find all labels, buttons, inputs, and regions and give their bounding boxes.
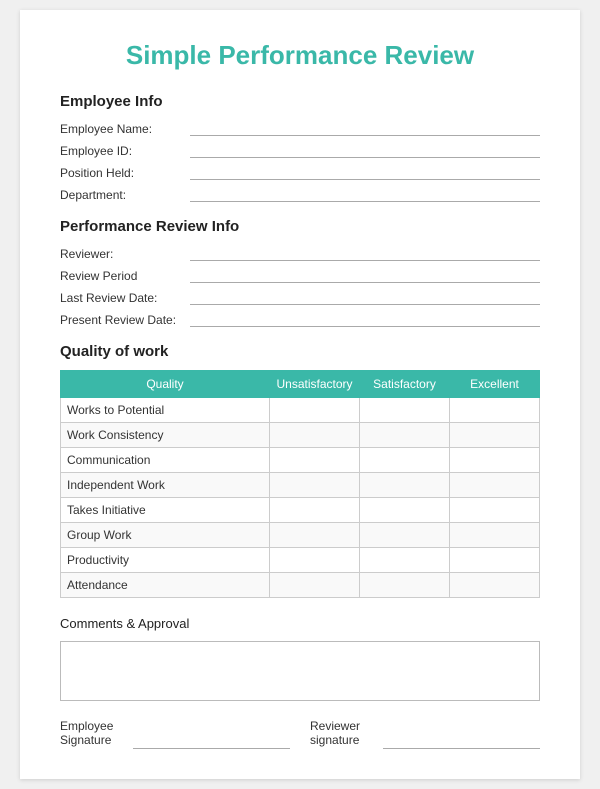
page-container: Simple Performance Review Employee Info …: [20, 10, 580, 779]
performance-field-label-0: Reviewer:: [60, 247, 190, 261]
table-row: Independent Work: [61, 473, 540, 498]
quality-cell-2-1[interactable]: [360, 448, 450, 473]
quality-row-label-6: Productivity: [61, 548, 270, 573]
performance-field-input-1[interactable]: [190, 267, 540, 283]
quality-cell-6-1[interactable]: [360, 548, 450, 573]
employee-info-title: Employee Info: [60, 93, 540, 110]
performance-review-section: Performance Review Info Reviewer: Review…: [60, 218, 540, 327]
table-header-3: Excellent: [450, 371, 540, 398]
quality-cell-4-0[interactable]: [270, 498, 360, 523]
quality-cell-2-0[interactable]: [270, 448, 360, 473]
quality-cell-5-1[interactable]: [360, 523, 450, 548]
performance-field-input-0[interactable]: [190, 245, 540, 261]
employee-field-label-2: Position Held:: [60, 166, 190, 180]
employee-field-label-3: Department:: [60, 188, 190, 202]
quality-cell-6-2[interactable]: [450, 548, 540, 573]
table-header-1: Unsatisfactory: [270, 371, 360, 398]
table-row: Takes Initiative: [61, 498, 540, 523]
table-row: Attendance: [61, 573, 540, 598]
employee-field-input-0[interactable]: [190, 120, 540, 136]
employee-field-input-3[interactable]: [190, 186, 540, 202]
performance-field-input-2[interactable]: [190, 289, 540, 305]
signatures-row: Employee Signature Reviewer signature: [60, 719, 540, 749]
table-row: Communication: [61, 448, 540, 473]
table-row: Work Consistency: [61, 423, 540, 448]
quality-cell-7-2[interactable]: [450, 573, 540, 598]
quality-section: Quality of work QualityUnsatisfactorySat…: [60, 343, 540, 598]
quality-cell-1-1[interactable]: [360, 423, 450, 448]
quality-cell-3-2[interactable]: [450, 473, 540, 498]
performance-field-row: Reviewer:: [60, 245, 540, 261]
quality-row-label-7: Attendance: [61, 573, 270, 598]
employee-field-row: Position Held:: [60, 164, 540, 180]
signature-label-1: Reviewer signature: [310, 719, 375, 747]
quality-row-label-4: Takes Initiative: [61, 498, 270, 523]
performance-field-row: Review Period: [60, 267, 540, 283]
quality-cell-1-2[interactable]: [450, 423, 540, 448]
employee-field-input-2[interactable]: [190, 164, 540, 180]
employee-field-label-1: Employee ID:: [60, 144, 190, 158]
quality-cell-4-1[interactable]: [360, 498, 450, 523]
signature-label-0: Employee Signature: [60, 719, 125, 747]
table-row: Productivity: [61, 548, 540, 573]
quality-cell-3-0[interactable]: [270, 473, 360, 498]
performance-field-row: Present Review Date:: [60, 311, 540, 327]
performance-field-input-3[interactable]: [190, 311, 540, 327]
performance-field-label-2: Last Review Date:: [60, 291, 190, 305]
signature-block-0: Employee Signature: [60, 719, 290, 749]
quality-cell-4-2[interactable]: [450, 498, 540, 523]
quality-row-label-2: Communication: [61, 448, 270, 473]
employee-field-input-1[interactable]: [190, 142, 540, 158]
quality-row-label-0: Works to Potential: [61, 398, 270, 423]
performance-field-row: Last Review Date:: [60, 289, 540, 305]
quality-cell-0-2[interactable]: [450, 398, 540, 423]
comments-label: Comments & Approval: [60, 616, 540, 631]
quality-cell-0-1[interactable]: [360, 398, 450, 423]
table-header-2: Satisfactory: [360, 371, 450, 398]
quality-cell-3-1[interactable]: [360, 473, 450, 498]
employee-field-label-0: Employee Name:: [60, 122, 190, 136]
performance-field-label-3: Present Review Date:: [60, 313, 190, 327]
signature-line-1[interactable]: [383, 719, 540, 749]
performance-fields: Reviewer: Review Period Last Review Date…: [60, 245, 540, 327]
signature-block-1: Reviewer signature: [310, 719, 540, 749]
quality-cell-7-0[interactable]: [270, 573, 360, 598]
quality-row-label-3: Independent Work: [61, 473, 270, 498]
quality-cell-2-2[interactable]: [450, 448, 540, 473]
quality-cell-0-0[interactable]: [270, 398, 360, 423]
quality-cell-5-2[interactable]: [450, 523, 540, 548]
table-row: Works to Potential: [61, 398, 540, 423]
quality-row-label-5: Group Work: [61, 523, 270, 548]
table-row: Group Work: [61, 523, 540, 548]
quality-row-label-1: Work Consistency: [61, 423, 270, 448]
employee-field-row: Employee Name:: [60, 120, 540, 136]
employee-field-row: Employee ID:: [60, 142, 540, 158]
quality-table: QualityUnsatisfactorySatisfactoryExcelle…: [60, 370, 540, 598]
quality-cell-6-0[interactable]: [270, 548, 360, 573]
quality-cell-5-0[interactable]: [270, 523, 360, 548]
performance-field-label-1: Review Period: [60, 269, 190, 283]
employee-field-row: Department:: [60, 186, 540, 202]
quality-cell-1-0[interactable]: [270, 423, 360, 448]
page-title: Simple Performance Review: [60, 40, 540, 71]
employee-fields: Employee Name: Employee ID: Position Hel…: [60, 120, 540, 202]
performance-review-title: Performance Review Info: [60, 218, 540, 235]
comments-box[interactable]: [60, 641, 540, 701]
employee-info-section: Employee Info Employee Name: Employee ID…: [60, 93, 540, 202]
quality-cell-7-1[interactable]: [360, 573, 450, 598]
table-header-0: Quality: [61, 371, 270, 398]
quality-title: Quality of work: [60, 343, 540, 360]
comments-section: Comments & Approval: [60, 616, 540, 701]
signature-line-0[interactable]: [133, 719, 290, 749]
